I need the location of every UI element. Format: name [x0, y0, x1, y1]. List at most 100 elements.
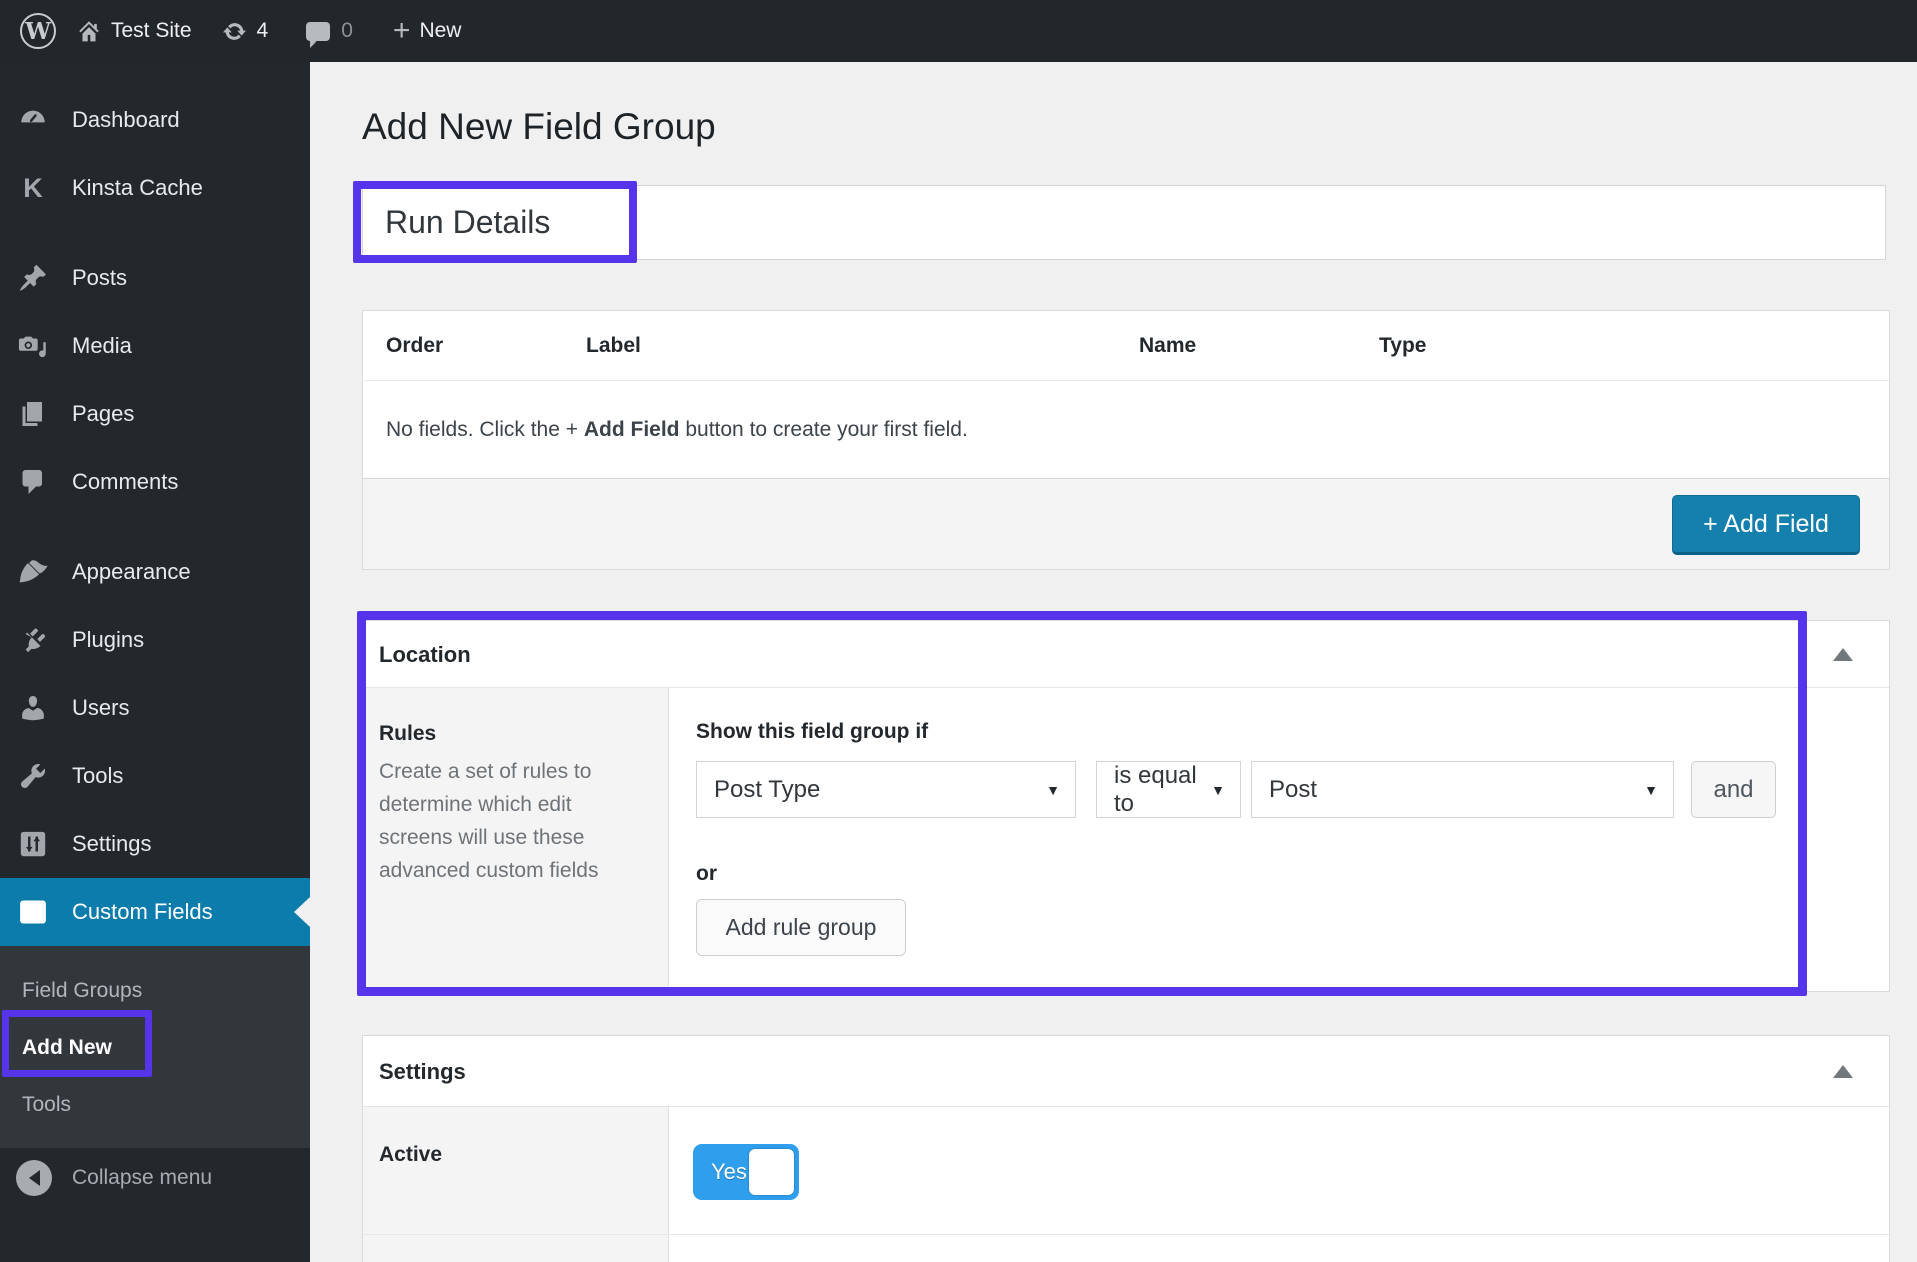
settings-active-row: Active Yes	[363, 1107, 1889, 1235]
wordpress-admin-screen: W Test Site 4 0 + New	[0, 0, 1917, 1262]
sidebar-item-pages[interactable]: Pages	[0, 380, 310, 448]
active-label: Active	[379, 1143, 648, 1167]
or-label: or	[696, 862, 1889, 886]
custom-fields-submenu: Field Groups Add New Tools	[0, 946, 310, 1148]
submenu-item-add-new[interactable]: Add New	[0, 1019, 310, 1076]
sidebar-item-label: Kinsta Cache	[72, 175, 203, 201]
sidebar-item-label: Pages	[72, 401, 134, 427]
sidebar-item-label: Dashboard	[72, 107, 180, 133]
sidebar-item-label: Users	[72, 695, 129, 721]
location-rules-label-column: Rules Create a set of rules to determine…	[363, 688, 669, 991]
sidebar-item-comments[interactable]: Comments	[0, 448, 310, 516]
sidebar-item-kinsta-cache[interactable]: K Kinsta Cache	[0, 154, 310, 222]
wordpress-menu[interactable]: W	[20, 13, 56, 49]
wordpress-logo-icon: W	[20, 13, 56, 49]
sidebar-item-custom-fields[interactable]: Custom Fields	[0, 878, 310, 946]
dashboard-gauge-icon	[18, 105, 48, 135]
rules-label: Rules	[379, 722, 648, 746]
sidebar-item-label: Media	[72, 333, 132, 359]
settings-panel-header: Settings	[363, 1036, 1889, 1107]
no-fields-text-bold: Add Field	[584, 418, 680, 442]
add-field-button[interactable]: + Add Field	[1672, 495, 1860, 555]
sidebar-item-label: Comments	[72, 469, 178, 495]
sidebar-item-users[interactable]: Users	[0, 674, 310, 742]
no-fields-text-suffix: button to create your first field.	[680, 418, 968, 442]
updates-icon	[222, 19, 247, 44]
add-and-rule-button[interactable]: and	[1691, 761, 1776, 818]
sidebar-item-label: Custom Fields	[72, 899, 213, 925]
toggle-knob	[749, 1149, 794, 1195]
custom-fields-table-icon	[18, 897, 48, 927]
submenu-item-label: Field Groups	[22, 979, 142, 1003]
settings-next-label-column	[363, 1235, 669, 1262]
sidebar-item-label: Tools	[72, 763, 123, 789]
location-panel: Location Rules Create a set of rules to …	[362, 620, 1890, 992]
updates-link[interactable]: 4	[222, 19, 269, 44]
rule-operator-select[interactable]: is equal to	[1096, 761, 1241, 818]
main-content: Add New Field Group Order Label Name Typ…	[310, 62, 1917, 1262]
rules-description: Create a set of rules to determine which…	[379, 755, 641, 887]
sidebar-item-label: Posts	[72, 265, 127, 291]
wrench-icon	[18, 761, 48, 791]
comment-count: 0	[341, 19, 353, 43]
sidebar-separator	[0, 516, 310, 538]
rule-operator-value: is equal to	[1114, 762, 1199, 818]
sidebar-item-posts[interactable]: Posts	[0, 244, 310, 312]
plus-icon: +	[393, 16, 411, 46]
rule-value-value: Post	[1269, 776, 1317, 804]
site-name-link[interactable]: Test Site	[76, 18, 192, 44]
admin-bar: W Test Site 4 0 + New	[0, 0, 1917, 62]
rule-value-select[interactable]: Post	[1251, 761, 1674, 818]
plug-icon	[18, 625, 48, 655]
location-rules-editor: Show this field group if Post Type is eq…	[669, 688, 1889, 991]
fields-table-footer: + Add Field	[363, 478, 1889, 569]
update-count: 4	[257, 19, 269, 43]
sidebar-item-settings[interactable]: Settings	[0, 810, 310, 878]
comments-bubble-icon	[18, 467, 48, 497]
collapse-arrow-icon	[16, 1160, 52, 1196]
new-content-menu[interactable]: + New	[393, 16, 462, 46]
show-if-label: Show this field group if	[696, 720, 1889, 744]
submenu-item-field-groups[interactable]: Field Groups	[0, 962, 310, 1019]
sidebar-item-label: Appearance	[72, 559, 191, 585]
settings-active-label-column: Active	[363, 1107, 669, 1234]
sidebar-item-tools[interactable]: Tools	[0, 742, 310, 810]
settings-active-control: Yes	[669, 1107, 1889, 1234]
column-header-label: Label	[586, 311, 641, 380]
comments-link[interactable]: 0	[306, 19, 353, 43]
submenu-item-tools[interactable]: Tools	[0, 1076, 310, 1133]
no-fields-text-prefix: No fields. Click the +	[386, 418, 584, 442]
location-panel-title: Location	[379, 621, 471, 688]
active-toggle-switch[interactable]: Yes	[693, 1144, 799, 1200]
paintbrush-icon	[18, 557, 48, 587]
collapse-panel-arrow-icon[interactable]	[1833, 1065, 1853, 1078]
fields-table-panel: Order Label Name Type No fields. Click t…	[362, 310, 1890, 570]
submenu-item-label: Add New	[22, 1036, 112, 1060]
sidebar-item-media[interactable]: Media	[0, 312, 310, 380]
rule-param-select[interactable]: Post Type	[696, 761, 1076, 818]
field-group-title-input[interactable]	[362, 185, 1886, 260]
sidebar-item-appearance[interactable]: Appearance	[0, 538, 310, 606]
pages-icon	[18, 399, 48, 429]
comment-bubble-icon	[306, 22, 330, 41]
column-header-type: Type	[1379, 311, 1426, 380]
new-label: New	[419, 19, 461, 43]
collapse-menu-button[interactable]: Collapse menu	[0, 1148, 310, 1208]
sidebar-item-plugins[interactable]: Plugins	[0, 606, 310, 674]
collapse-panel-arrow-icon[interactable]	[1833, 648, 1853, 661]
sidebar-item-dashboard[interactable]: Dashboard	[0, 86, 310, 154]
sidebar-item-label: Settings	[72, 831, 152, 857]
location-panel-header: Location	[363, 621, 1889, 688]
home-icon	[76, 18, 102, 44]
kinsta-k-icon: K	[18, 173, 48, 203]
site-name-label: Test Site	[111, 19, 192, 43]
sidebar-item-label: Plugins	[72, 627, 144, 653]
sidebar-separator	[0, 222, 310, 244]
admin-sidebar: Dashboard K Kinsta Cache Posts Media	[0, 62, 310, 1262]
add-rule-group-button[interactable]: Add rule group	[696, 899, 906, 956]
settings-sliders-icon	[18, 829, 48, 859]
user-icon	[18, 693, 48, 723]
settings-panel: Settings Active Yes	[362, 1035, 1890, 1262]
media-camera-icon	[18, 331, 48, 361]
fields-table-header: Order Label Name Type	[363, 311, 1889, 380]
